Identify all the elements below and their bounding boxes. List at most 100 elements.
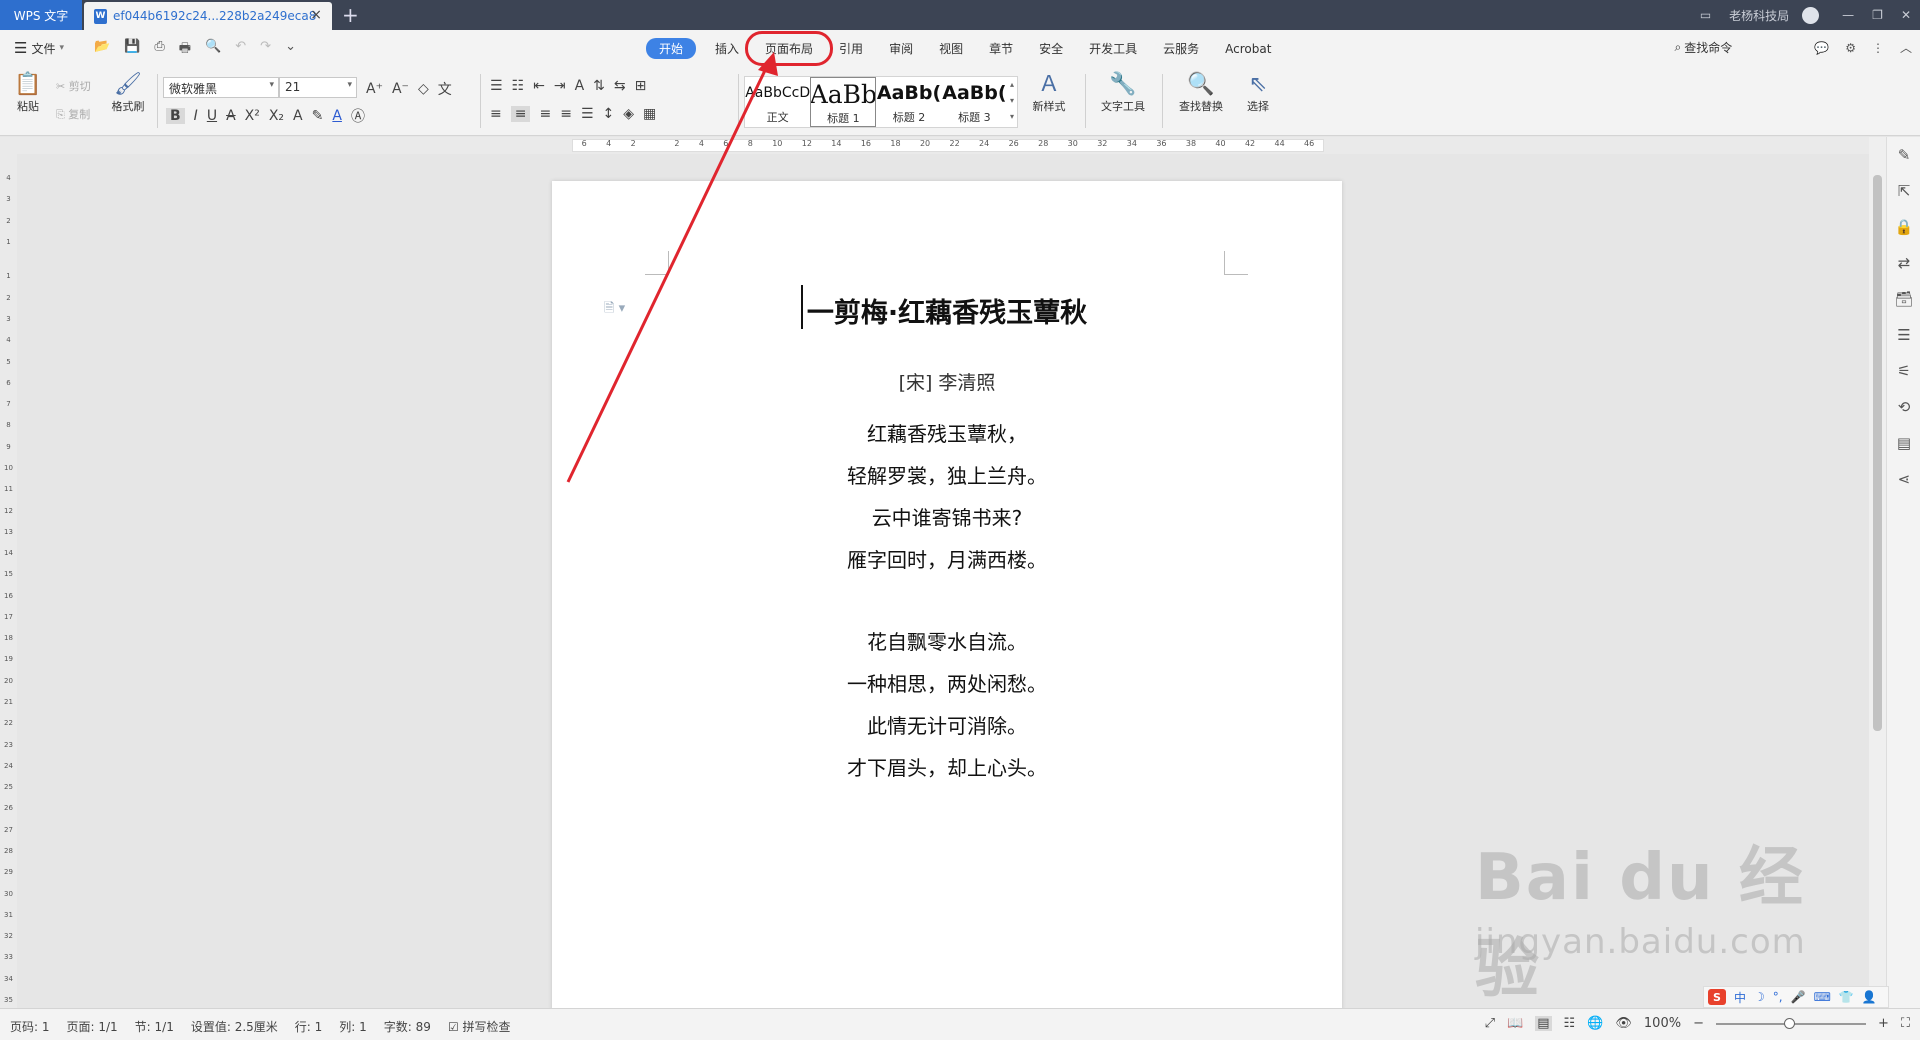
style-heading-3[interactable]: AaBb( 标题 3 bbox=[942, 77, 1007, 127]
open-icon[interactable]: 📂 bbox=[94, 39, 110, 61]
font-name-select[interactable]: 微软雅黑 ▾ bbox=[163, 77, 279, 98]
tab-references[interactable]: 引用 bbox=[826, 38, 876, 59]
align-center-icon[interactable]: ≡ bbox=[510, 106, 531, 122]
find-replace-button[interactable]: 🔍 查找替换 bbox=[1170, 72, 1232, 114]
history-icon[interactable]: ⟲ bbox=[1887, 389, 1920, 425]
paste-button[interactable]: 📋 粘贴 bbox=[12, 72, 44, 114]
font-color-icon[interactable]: A bbox=[332, 108, 342, 124]
close-window-button[interactable]: ✕ bbox=[1901, 8, 1911, 22]
styles-scroll[interactable]: ▴ ▾ ▾ bbox=[1007, 77, 1017, 127]
print-preview-icon[interactable]: 🔍 bbox=[205, 39, 221, 61]
collapse-ribbon-icon[interactable]: ︿ bbox=[1900, 39, 1912, 56]
lock-icon[interactable]: 🔒 bbox=[1887, 209, 1920, 245]
zoom-in-button[interactable]: + bbox=[1878, 1016, 1889, 1031]
web-view-icon[interactable]: 🌐 bbox=[1587, 1016, 1603, 1031]
zoom-slider[interactable] bbox=[1715, 1017, 1866, 1029]
scrollbar-thumb[interactable] bbox=[1873, 175, 1882, 731]
bullet-list-icon[interactable]: ☰ bbox=[490, 78, 503, 94]
decrease-indent-icon[interactable]: ⇤ bbox=[533, 78, 545, 94]
fit-page-icon[interactable]: ⛶ bbox=[1901, 1016, 1910, 1031]
pointer-icon[interactable]: ⇱ bbox=[1887, 173, 1920, 209]
redo-icon[interactable]: ↷ bbox=[260, 39, 271, 61]
status-col[interactable]: 列: 1 bbox=[339, 1018, 367, 1035]
status-word-count[interactable]: 字数: 89 bbox=[384, 1018, 431, 1035]
status-pages[interactable]: 页面: 1/1 bbox=[67, 1018, 118, 1035]
horizontal-ruler[interactable]: 6 4 2 2 4 6 8 10 12 14 16 18 20 22 24 26 28 30 32 34 36 38 40 4… bbox=[0, 137, 1920, 154]
style-heading-2[interactable]: AaBb( 标题 2 bbox=[876, 77, 941, 127]
page-view-icon[interactable]: ▤ bbox=[1535, 1016, 1552, 1031]
close-tab-icon[interactable]: × bbox=[310, 7, 322, 23]
bold-icon[interactable]: B bbox=[166, 108, 185, 124]
tab-acrobat[interactable]: Acrobat bbox=[1212, 40, 1284, 58]
fullscreen-icon[interactable]: ⤢ bbox=[1485, 1016, 1495, 1031]
more-icon[interactable]: ⋮ bbox=[1872, 41, 1884, 55]
pen-icon[interactable]: ✎ bbox=[1887, 137, 1920, 173]
align-left-icon[interactable]: ≡ bbox=[490, 106, 502, 122]
backup-icon[interactable]: ▤ bbox=[1887, 425, 1920, 461]
text-direction-icon[interactable]: A bbox=[575, 78, 585, 94]
gear-icon[interactable]: ⚙ bbox=[1845, 41, 1856, 55]
document-tab[interactable]: W ef044b6192c24...228b2a249eca8 × bbox=[84, 2, 332, 30]
sort-icon[interactable]: ⇅ bbox=[593, 78, 605, 94]
zoom-out-button[interactable]: − bbox=[1693, 1016, 1704, 1031]
line-break-icon[interactable]: ⇆ bbox=[614, 78, 626, 94]
new-style-button[interactable]: Ａ 新样式 bbox=[1024, 72, 1074, 114]
select-button[interactable]: ⇖ 选择 bbox=[1238, 72, 1278, 114]
phonetic-icon[interactable]: 文 bbox=[438, 79, 452, 99]
file-menu-button[interactable]: ☰ 文件 ▾ bbox=[14, 39, 64, 57]
style-normal[interactable]: AaBbCcD 正文 bbox=[745, 77, 810, 127]
border-icon[interactable]: ▦ bbox=[643, 106, 656, 122]
numbered-list-icon[interactable]: ☷ bbox=[512, 78, 525, 94]
zoom-slider-knob[interactable] bbox=[1783, 1017, 1795, 1029]
archive-icon[interactable]: 🗃 bbox=[1887, 281, 1920, 317]
vertical-ruler[interactable]: 4 3 2 1 1 2 3 4 5 6 7 8 9 10 11 12 13 14 15 16 17 18 19 20 21 22 2… bbox=[0, 154, 17, 1008]
undo-icon[interactable]: ↶ bbox=[235, 39, 246, 61]
print-icon[interactable]: 🖶 bbox=[179, 39, 191, 61]
tab-developer[interactable]: 开发工具 bbox=[1076, 38, 1150, 59]
vertical-scrollbar[interactable] bbox=[1869, 137, 1886, 1008]
text-tools-button[interactable]: 🔧 文字工具 bbox=[1092, 72, 1154, 114]
export-pdf-icon[interactable]: ⎙ bbox=[154, 39, 164, 61]
line-spacing-icon[interactable]: ↕ bbox=[603, 106, 615, 122]
tab-view[interactable]: 视图 bbox=[926, 38, 976, 59]
status-page-code[interactable]: 页码: 1 bbox=[10, 1018, 50, 1035]
shrink-font-icon[interactable]: A⁻ bbox=[392, 81, 409, 97]
copy-button[interactable]: ⎘ 复制 bbox=[56, 106, 104, 122]
grow-font-icon[interactable]: A⁺ bbox=[366, 81, 383, 97]
document-page[interactable]: 🗎 ▾ 一剪梅·红藕香残玉蕈秋 [宋] 李清照 红藕香残玉蕈秋， 轻解罗裳，独上… bbox=[552, 181, 1342, 1010]
clear-format-icon[interactable]: ◇ bbox=[418, 81, 429, 97]
avatar[interactable] bbox=[1802, 6, 1820, 24]
shading-icon[interactable]: ◈ bbox=[623, 106, 634, 122]
minimize-button[interactable]: — bbox=[1842, 8, 1854, 22]
outline-view-icon[interactable]: ☷ bbox=[1564, 1016, 1576, 1031]
tab-cloud[interactable]: 云服务 bbox=[1150, 38, 1212, 59]
italic-icon[interactable]: I bbox=[194, 108, 198, 124]
tab-home[interactable]: 开始 bbox=[646, 38, 697, 59]
ime-user-icon[interactable]: 👤 bbox=[1862, 990, 1877, 1004]
char-shading-icon[interactable]: Ⓐ bbox=[351, 106, 365, 126]
share-doc-icon[interactable]: ⇄ bbox=[1887, 245, 1920, 281]
eye-protection-icon[interactable]: 👁 bbox=[1615, 1016, 1632, 1031]
reading-view-icon[interactable]: 📖 bbox=[1507, 1016, 1523, 1031]
new-tab-button[interactable]: + bbox=[342, 3, 359, 27]
superscript-icon[interactable]: X² bbox=[245, 108, 260, 124]
format-painter-button[interactable]: 🖌 格式刷 bbox=[108, 72, 148, 114]
style-heading-1[interactable]: AaBb 标题 1 bbox=[810, 77, 877, 127]
justify-icon[interactable]: ≡ bbox=[560, 106, 572, 122]
tab-security[interactable]: 安全 bbox=[1026, 38, 1076, 59]
zoom-level[interactable]: 100% bbox=[1644, 1016, 1681, 1031]
distribute-icon[interactable]: ☰ bbox=[581, 106, 594, 122]
skin-icon[interactable]: 👕 bbox=[1839, 990, 1854, 1004]
subscript-icon[interactable]: X₂ bbox=[269, 108, 284, 124]
comment-icon[interactable]: 💬 bbox=[1814, 41, 1829, 55]
share-icon[interactable]: ⋖ bbox=[1887, 461, 1920, 497]
highlight-icon[interactable]: ✎ bbox=[312, 108, 324, 124]
outline-icon[interactable]: ☰ bbox=[1887, 317, 1920, 353]
strikethrough-icon[interactable]: A bbox=[226, 108, 236, 124]
save-icon[interactable]: 💾 bbox=[124, 39, 140, 61]
maximize-button[interactable]: ❐ bbox=[1872, 8, 1883, 22]
underline-icon[interactable]: U bbox=[207, 108, 217, 124]
filter-icon[interactable]: ⚟ bbox=[1887, 353, 1920, 389]
tab-page-layout[interactable]: 页面布局 bbox=[745, 31, 834, 66]
tab-review[interactable]: 审阅 bbox=[876, 38, 926, 59]
